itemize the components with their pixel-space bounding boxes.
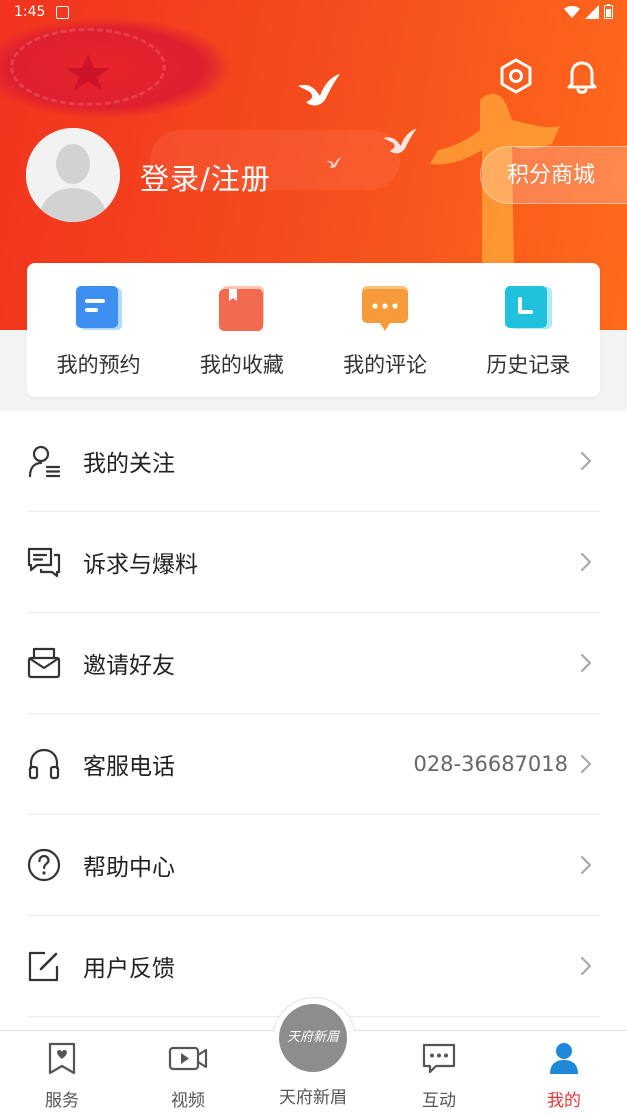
quick-actions-card: 我的预约 我的收藏 我的评论 历史记录 bbox=[27, 263, 600, 397]
menu-item-label: 帮助中心 bbox=[83, 855, 175, 881]
tab-service[interactable]: 服务 bbox=[12, 1041, 112, 1111]
default-avatar-icon bbox=[26, 128, 120, 222]
dove-icon bbox=[383, 128, 417, 154]
tab-label: 服务 bbox=[45, 1091, 79, 1111]
tab-tianfu[interactable]: 天府新眉 bbox=[263, 1083, 363, 1108]
tab-label: 我的 bbox=[547, 1091, 581, 1111]
menu-item-label: 诉求与爆料 bbox=[83, 552, 198, 578]
menu-item-label: 用户反馈 bbox=[83, 956, 175, 982]
menu-item-label: 我的关注 bbox=[83, 451, 175, 477]
status-time: 1:45 bbox=[14, 4, 46, 20]
interact-icon bbox=[422, 1043, 456, 1074]
menu-item-label: 邀请好友 bbox=[83, 653, 175, 679]
status-bar: 1:45 bbox=[0, 0, 627, 26]
menu-item-invite-friends[interactable]: 邀请好友 bbox=[27, 613, 600, 714]
battery-icon bbox=[604, 4, 613, 19]
headset-icon bbox=[28, 748, 60, 780]
chevron-right-icon bbox=[580, 451, 592, 471]
notification-bell-icon[interactable] bbox=[562, 56, 602, 96]
comment-icon bbox=[362, 286, 409, 331]
customer-service-phone: 028-36687018 bbox=[413, 752, 568, 776]
menu-item-following[interactable]: 我的关注 bbox=[27, 411, 600, 512]
login-register-link[interactable]: 登录/注册 bbox=[140, 156, 271, 198]
menu-item-customer-service[interactable]: 客服电话 028-36687018 bbox=[27, 714, 600, 815]
star-decoration-icon bbox=[66, 54, 110, 90]
feedback-edit-icon bbox=[28, 951, 59, 982]
quick-action-label: 我的预约 bbox=[56, 353, 141, 377]
video-icon bbox=[168, 1046, 208, 1071]
tab-label: 视频 bbox=[171, 1091, 205, 1111]
chevron-right-icon bbox=[580, 552, 592, 572]
invite-mail-icon bbox=[27, 647, 61, 679]
quick-action-comments[interactable]: 我的评论 bbox=[325, 263, 445, 379]
tab-interact[interactable]: 互动 bbox=[389, 1041, 489, 1111]
wifi-icon bbox=[564, 5, 580, 18]
tab-profile[interactable]: 我的 bbox=[514, 1041, 614, 1111]
quick-action-label: 我的评论 bbox=[343, 353, 428, 377]
dove-icon bbox=[298, 74, 340, 106]
settings-gear-icon[interactable] bbox=[496, 56, 536, 96]
appointment-icon bbox=[75, 286, 122, 330]
chevron-right-icon bbox=[580, 653, 592, 673]
notification-app-icon bbox=[56, 6, 69, 19]
profile-icon bbox=[550, 1043, 578, 1074]
quick-action-label: 我的收藏 bbox=[199, 353, 284, 377]
favorites-icon bbox=[218, 286, 264, 331]
menu-item-help-center[interactable]: 帮助中心 bbox=[27, 815, 600, 916]
bottom-navigation: 天府新眉 服务 视频 天府新眉 互动 我的 bbox=[0, 997, 627, 1115]
status-indicators bbox=[564, 4, 613, 19]
quick-action-history[interactable]: 历史记录 bbox=[468, 263, 588, 379]
tab-video[interactable]: 视频 bbox=[138, 1041, 238, 1111]
settings-menu-list: 我的关注 诉求与爆料 邀请好友 客服电话 028-36687018 帮助中心 用… bbox=[0, 411, 627, 1031]
chevron-right-icon bbox=[580, 754, 592, 774]
quick-action-appointments[interactable]: 我的预约 bbox=[39, 263, 159, 379]
tianfu-logo-icon[interactable]: 天府新眉 bbox=[279, 1004, 347, 1072]
service-icon bbox=[48, 1042, 76, 1075]
menu-item-appeal-report[interactable]: 诉求与爆料 bbox=[27, 512, 600, 613]
chevron-right-icon bbox=[580, 855, 592, 875]
center-logo-text: 天府新眉 bbox=[286, 1030, 339, 1045]
cellular-signal-icon bbox=[585, 4, 599, 19]
help-icon bbox=[27, 848, 61, 882]
quick-action-label: 历史记录 bbox=[486, 353, 571, 377]
menu-item-label: 客服电话 bbox=[83, 754, 175, 780]
dove-icon bbox=[326, 157, 342, 169]
user-follow-icon bbox=[28, 445, 61, 478]
points-mall-button[interactable]: 积分商城 bbox=[480, 146, 627, 204]
chevron-right-icon bbox=[580, 956, 592, 976]
avatar[interactable] bbox=[26, 128, 120, 222]
quick-action-favorites[interactable]: 我的收藏 bbox=[182, 263, 302, 379]
history-icon bbox=[505, 286, 553, 329]
chat-report-icon bbox=[27, 547, 61, 578]
tab-label: 互动 bbox=[422, 1091, 456, 1111]
